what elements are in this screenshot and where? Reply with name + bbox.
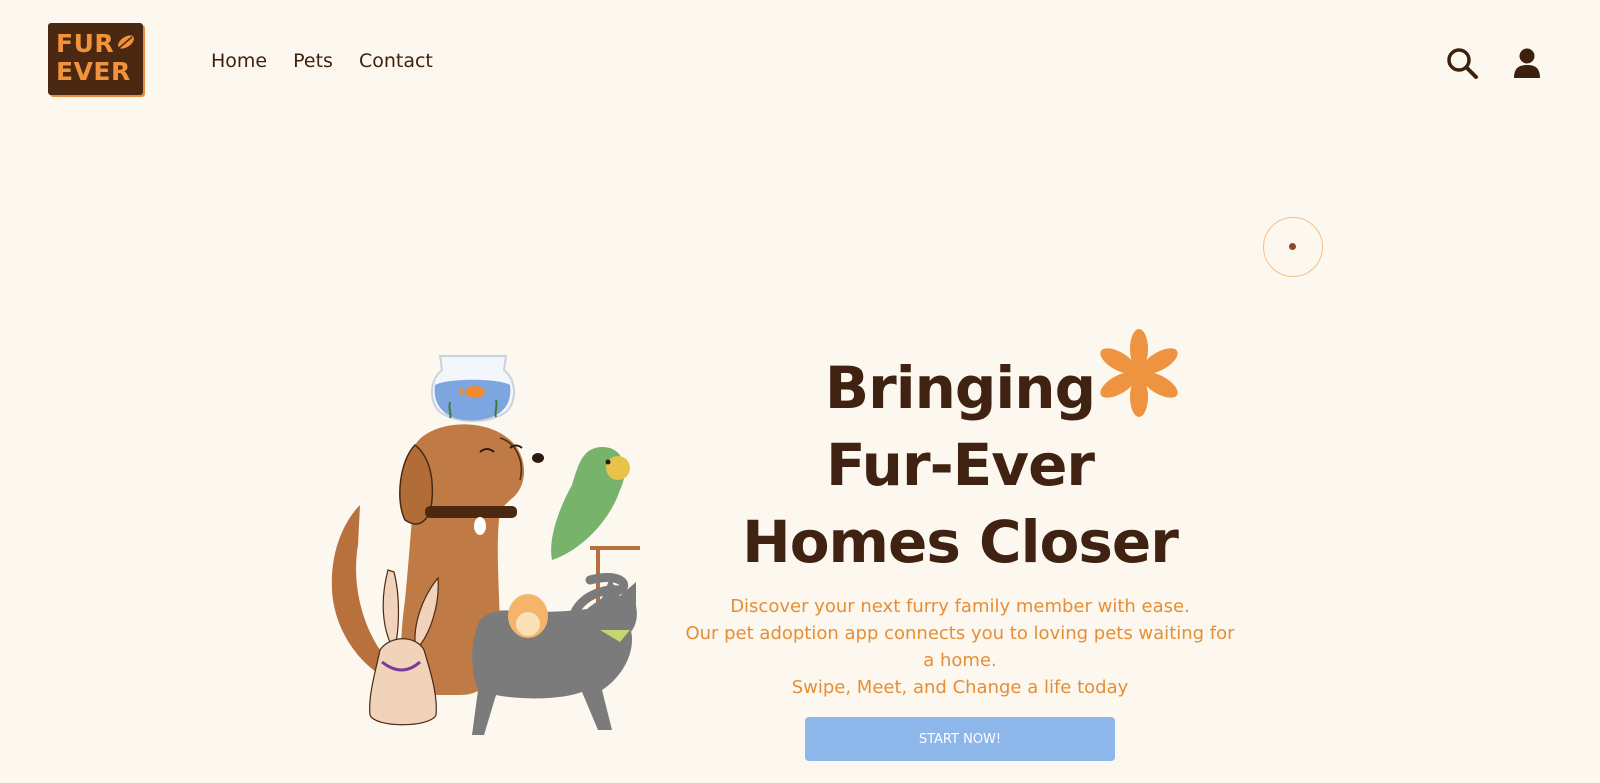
top-navbar: FUR EVER Home Pets Contact [0, 0, 1600, 128]
brand-logo[interactable]: FUR EVER [48, 23, 143, 95]
hero-title: Bringing Fur-Ever Homes Closer [700, 350, 1220, 581]
hero-subtitle-line-1: Discover your next furry family member w… [730, 596, 1190, 617]
hero-title-line-2: Fur-Ever [825, 431, 1095, 499]
leaf-icon [118, 35, 134, 49]
user-icon[interactable] [1510, 46, 1544, 80]
nav-contact-link[interactable]: Contact [359, 50, 433, 72]
nav-home-link[interactable]: Home [211, 50, 267, 72]
hero-subtitle-line-4: Swipe, Meet, and Change a life today [791, 677, 1129, 698]
fishbowl-image [431, 355, 515, 422]
decorative-ring [1263, 217, 1323, 277]
start-now-button[interactable]: START NOW! [805, 717, 1115, 761]
hero-subtitle-line-3: a home. [923, 650, 997, 671]
pets-illustration [331, 355, 640, 735]
hero-title-line-3: Homes Closer [742, 508, 1179, 576]
hero-subtitle: Discover your next furry family member w… [670, 593, 1250, 701]
search-icon[interactable] [1445, 46, 1479, 80]
nav-pets-link[interactable]: Pets [293, 50, 333, 72]
main-menu: Home Pets Contact [211, 50, 433, 72]
ring-dot [1289, 243, 1296, 250]
logo-line-2: EVER [56, 57, 131, 86]
hero-title-line-1: Bringing [824, 354, 1096, 422]
hero-subtitle-line-2: Our pet adoption app connects you to lov… [685, 623, 1235, 644]
